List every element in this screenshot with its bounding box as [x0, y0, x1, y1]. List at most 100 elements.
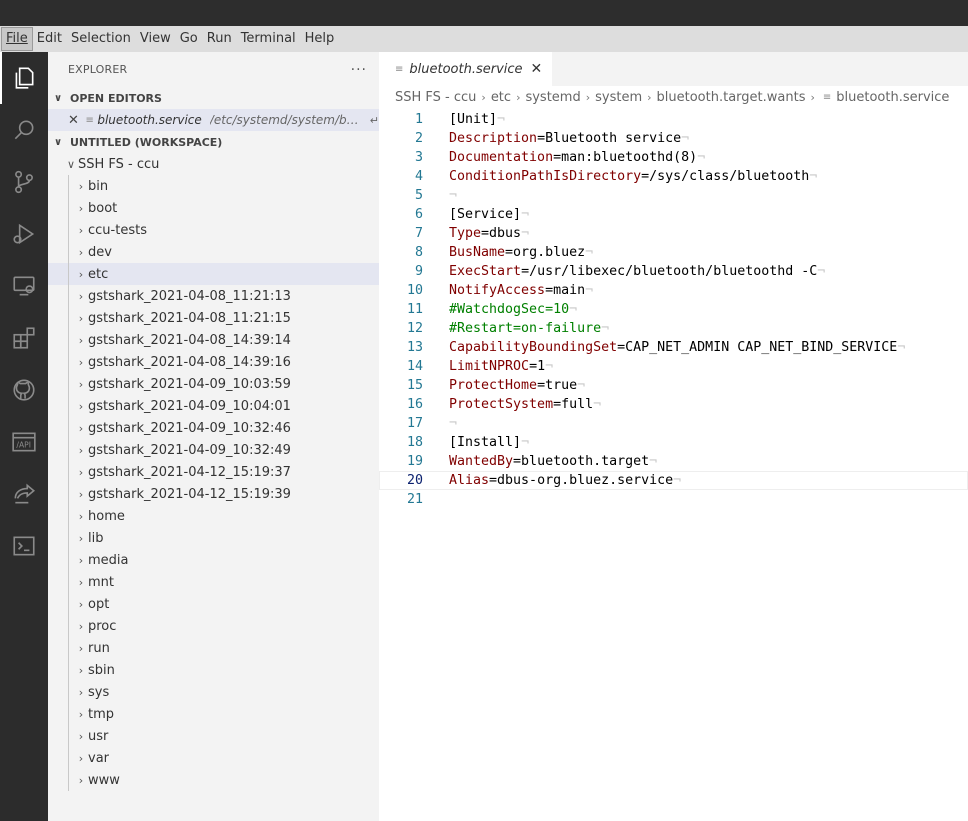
explorer-icon[interactable]: [0, 52, 48, 104]
folder-item[interactable]: › media: [48, 549, 379, 571]
folder-item[interactable]: › bin: [48, 175, 379, 197]
tree-root[interactable]: ∨ SSH FS - ccu: [48, 153, 379, 175]
breadcrumb-item[interactable]: etc: [491, 90, 511, 105]
more-actions-icon[interactable]: ···: [351, 62, 367, 78]
eol-marker: ¬: [649, 454, 658, 469]
menu-selection[interactable]: Selection: [67, 28, 135, 50]
folder-item[interactable]: › opt: [48, 593, 379, 615]
folder-item[interactable]: › gstshark_2021-04-08_14:39:14: [48, 329, 379, 351]
menu-terminal[interactable]: Terminal: [237, 28, 300, 50]
chevron-right-icon: ›: [78, 773, 84, 787]
chevron-right-icon: ›: [78, 487, 84, 501]
close-icon[interactable]: ✕: [531, 61, 543, 77]
code-line: 15 ProtectHome=true¬: [379, 376, 968, 395]
folder-label: dev: [88, 244, 112, 260]
tab-bluetooth-service[interactable]: ≡ bluetooth.service ✕: [379, 52, 553, 86]
menu-file[interactable]: File: [1, 27, 33, 51]
folder-item[interactable]: › gstshark_2021-04-08_11:21:15: [48, 307, 379, 329]
folder-item[interactable]: › ccu-tests: [48, 219, 379, 241]
folder-item[interactable]: › gstshark_2021-04-09_10:04:01: [48, 395, 379, 417]
tab-label: bluetooth.service: [409, 61, 523, 77]
folder-item[interactable]: › var: [48, 747, 379, 769]
code-token: WantedBy: [449, 454, 514, 469]
open-editor-item[interactable]: ✕ ≡ bluetooth.service /etc/systemd/syste…: [48, 109, 379, 131]
menu-edit[interactable]: Edit: [33, 28, 66, 50]
live-share-icon[interactable]: [0, 468, 48, 520]
line-text: ConditionPathIsDirectory=/sys/class/blue…: [449, 167, 817, 186]
eol-marker: ¬: [497, 112, 506, 127]
menu-view[interactable]: View: [136, 28, 175, 50]
run-debug-icon[interactable]: [0, 208, 48, 260]
breadcrumb-item[interactable]: systemd: [525, 90, 580, 105]
folder-item[interactable]: › gstshark_2021-04-09_10:32:46: [48, 417, 379, 439]
folder-item[interactable]: › mnt: [48, 571, 379, 593]
close-icon[interactable]: ✕: [68, 113, 82, 128]
folder-item[interactable]: › gstshark_2021-04-12_15:19:39: [48, 483, 379, 505]
folder-item[interactable]: › run: [48, 637, 379, 659]
folder-item[interactable]: › proc: [48, 615, 379, 637]
folder-label: etc: [88, 266, 109, 282]
open-editors-section[interactable]: ∨ OPEN EDITORS: [48, 87, 379, 109]
folder-item[interactable]: › dev: [48, 241, 379, 263]
line-number: 17: [406, 416, 423, 431]
folder-item[interactable]: › gstshark_2021-04-08_14:39:16: [48, 351, 379, 373]
split-editor-icon[interactable]: ↵: [370, 114, 379, 127]
folder-item[interactable]: › gstshark_2021-04-09_10:03:59: [48, 373, 379, 395]
line-number: 2: [414, 131, 423, 146]
breadcrumb-item[interactable]: bluetooth.target.wants: [657, 90, 806, 105]
folder-label: proc: [88, 618, 117, 634]
eol-marker: ¬: [593, 397, 602, 412]
code-line: 12 #Restart=on-failure¬: [379, 319, 968, 338]
breadcrumb-item[interactable]: SSH FS - ccu: [395, 90, 476, 105]
file-lines-icon: ≡: [85, 114, 94, 126]
source-control-icon[interactable]: [0, 156, 48, 208]
eol-marker: ¬: [577, 378, 586, 393]
remote-explorer-icon[interactable]: [0, 260, 48, 312]
code-token: =Bluetooth service: [537, 131, 682, 146]
code-token: =main: [545, 283, 586, 298]
api-icon[interactable]: /API: [0, 416, 48, 468]
breadcrumb-item[interactable]: bluetooth.service: [836, 90, 949, 105]
folder-item[interactable]: › home: [48, 505, 379, 527]
folder-item[interactable]: › sbin: [48, 659, 379, 681]
terminal-icon[interactable]: [0, 520, 48, 572]
folder-item[interactable]: › etc: [48, 263, 379, 285]
folder-label: sbin: [88, 662, 115, 678]
breadcrumb: SSH FS - ccu › etc › systemd › system › …: [379, 86, 968, 108]
github-icon[interactable]: [0, 364, 48, 416]
code-editor[interactable]: 1 [Unit]¬ 2 Description=Bluetooth service¬ 3…: [379, 108, 968, 509]
chevron-right-icon: ›: [78, 751, 84, 765]
folder-item[interactable]: › gstshark_2021-04-09_10:32:49: [48, 439, 379, 461]
folder-item[interactable]: › gstshark_2021-04-12_15:19:37: [48, 461, 379, 483]
folder-item[interactable]: › lib: [48, 527, 379, 549]
folder-label: gstshark_2021-04-09_10:32:46: [88, 420, 291, 436]
line-number: 13: [406, 340, 423, 355]
chevron-right-icon: ›: [810, 90, 815, 104]
menu-run[interactable]: Run: [203, 28, 236, 50]
folder-item[interactable]: › www: [48, 769, 379, 791]
folder-item[interactable]: › tmp: [48, 703, 379, 725]
workspace-section[interactable]: ∨ UNTITLED (WORKSPACE): [48, 131, 379, 153]
folder-item[interactable]: › sys: [48, 681, 379, 703]
folder-item[interactable]: › gstshark_2021-04-08_11:21:13: [48, 285, 379, 307]
code-line: 6 [Service]¬: [379, 205, 968, 224]
folder-item[interactable]: › boot: [48, 197, 379, 219]
menu-help[interactable]: Help: [301, 28, 339, 50]
breadcrumb-item[interactable]: system: [595, 90, 642, 105]
editor-area: ≡ bluetooth.service ✕ SSH FS - ccu › etc…: [379, 52, 968, 821]
folder-label: lib: [88, 530, 104, 546]
folder-label: sys: [88, 684, 110, 700]
chevron-right-icon: ›: [78, 399, 84, 413]
eol-marker: ¬: [673, 473, 682, 488]
extensions-icon[interactable]: [0, 312, 48, 364]
tree-root-label: SSH FS - ccu: [78, 156, 160, 172]
tree-indent-guide: [68, 175, 69, 791]
code-line: 4 ConditionPathIsDirectory=/sys/class/blu…: [379, 167, 968, 186]
code-token: LimitNPROC: [449, 359, 530, 374]
chevron-right-icon: ›: [78, 575, 84, 589]
menu-go[interactable]: Go: [176, 28, 202, 50]
line-number: 21: [406, 492, 423, 507]
code-token: NotifyAccess: [449, 283, 546, 298]
search-icon[interactable]: [0, 104, 48, 156]
folder-item[interactable]: › usr: [48, 725, 379, 747]
